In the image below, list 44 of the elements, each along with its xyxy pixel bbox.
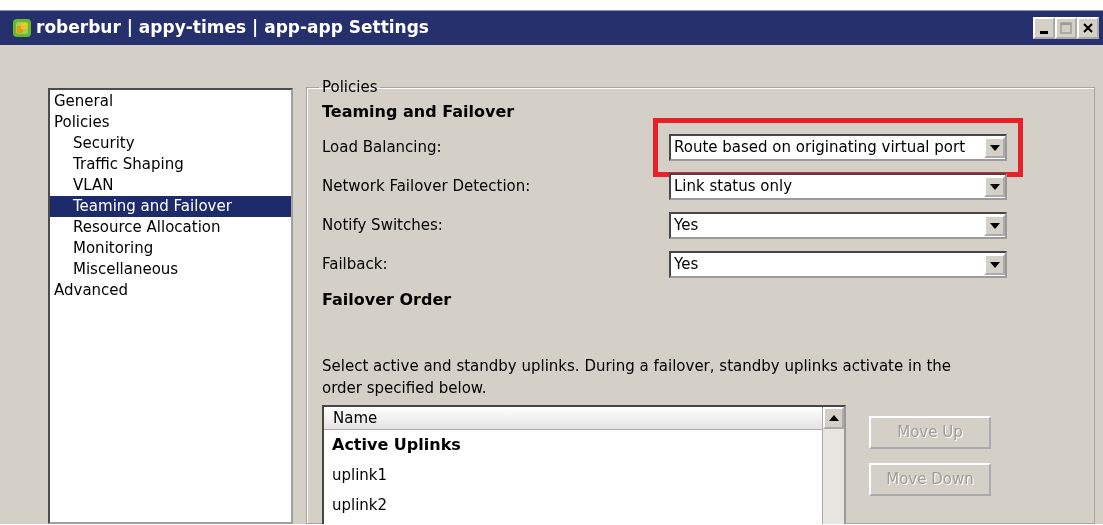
window-title: roberbur | appy-times | app-app Settings <box>36 16 429 40</box>
caret-icon <box>989 261 1000 268</box>
caret-icon <box>989 222 1000 229</box>
dropdown[interactable]: Link status only <box>669 173 1007 200</box>
caret-icon <box>989 183 1000 190</box>
tree-item[interactable]: Teaming and Failover <box>50 196 291 217</box>
tree-item[interactable]: General <box>50 91 291 112</box>
dropdown-arrow-button[interactable] <box>984 137 1005 158</box>
dropdown-arrow-button[interactable] <box>984 176 1005 197</box>
tree-item[interactable]: Security <box>50 133 291 154</box>
tree-item[interactable]: Resource Allocation <box>50 217 291 238</box>
caret-icon <box>989 144 1000 151</box>
dropdown[interactable]: Yes <box>669 251 1007 278</box>
field-label: Network Failover Detection: <box>322 176 532 198</box>
scrollbar[interactable] <box>822 407 844 524</box>
tree-item[interactable]: Advanced <box>50 280 291 301</box>
dropdown[interactable]: Route based on originating virtual port <box>669 134 1007 161</box>
field-label: Notify Switches: <box>322 215 444 237</box>
maximize-icon <box>1060 22 1072 34</box>
dropdown-arrow-button[interactable] <box>984 254 1005 275</box>
list-row[interactable]: uplink1 <box>324 460 822 490</box>
section-heading: Teaming and Failover <box>322 101 516 123</box>
dropdown-arrow-button[interactable] <box>984 215 1005 236</box>
close-icon <box>1082 22 1094 34</box>
dropdown[interactable]: Yes <box>669 212 1007 239</box>
scroll-up-button[interactable] <box>823 407 844 429</box>
tree-item[interactable]: Monitoring <box>50 238 291 259</box>
app-icon <box>12 18 32 38</box>
tree-item[interactable]: Traffic Shaping <box>50 154 291 175</box>
tree-item[interactable]: VLAN <box>50 175 291 196</box>
up-arrow-icon <box>828 415 839 421</box>
group-legend: Policies <box>319 78 381 96</box>
field-label: Load Balancing: <box>322 137 443 159</box>
description-text: Select active and standby uplinks. During a failover, standby uplinks activate in the order specified below. <box>322 356 953 399</box>
group-label: Active Uplinks <box>331 434 462 456</box>
tree-item[interactable]: Miscellaneous <box>50 259 291 280</box>
section-heading: Failover Order <box>322 289 453 311</box>
column-header[interactable]: Name <box>324 407 822 430</box>
tree-item[interactable]: Policies <box>50 112 291 133</box>
minimize-icon <box>1040 30 1048 34</box>
close-button[interactable] <box>1077 17 1099 39</box>
list-row[interactable]: uplink2 <box>324 490 822 520</box>
field-label: Failback: <box>322 254 389 276</box>
minimize-button[interactable] <box>1033 17 1055 39</box>
